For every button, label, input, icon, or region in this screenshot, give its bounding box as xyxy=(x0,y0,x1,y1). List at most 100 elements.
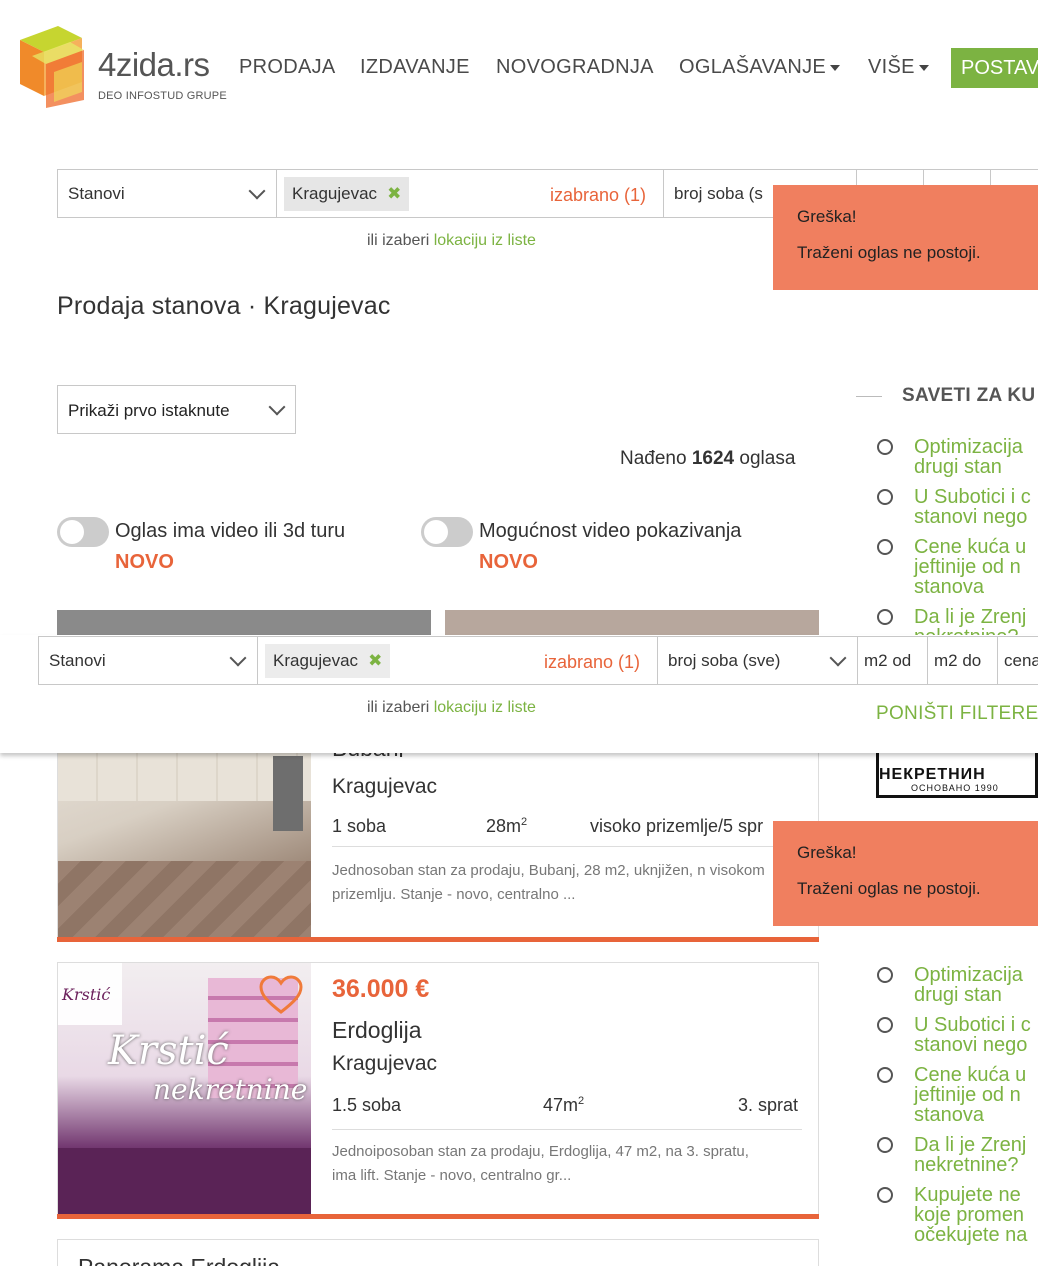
location-list-hint: ili izaberi lokaciju iz liste xyxy=(367,232,536,249)
watermark-text: nekretnine xyxy=(153,1073,308,1106)
agency-badge-text: Krstić xyxy=(62,985,111,1004)
divider xyxy=(332,1129,802,1130)
new-badge: NOVO xyxy=(479,551,538,573)
heart-icon[interactable] xyxy=(258,975,304,1015)
error-message: Traženi oglas ne postoji. xyxy=(797,879,981,898)
listing-title[interactable]: Erdoglija xyxy=(332,1017,422,1044)
page-title: Prodaja stanova · Kragujevac xyxy=(57,292,391,320)
logo-wordmark[interactable]: 4zida.rs xyxy=(98,46,210,84)
sidebar-article-link[interactable]: U Subotici i c stanovi nego xyxy=(914,1015,1038,1055)
listing-card[interactable]: Bubanj Kragujevac 1 soba 28m2 visoko pri… xyxy=(57,720,819,942)
selected-count: izabrano (1) xyxy=(550,185,647,205)
watermark-text: Krstić xyxy=(108,1028,229,1074)
location-input[interactable]: Kragujevac ✖ izabrano (1) xyxy=(257,636,658,685)
price-input[interactable]: cena xyxy=(997,636,1038,685)
property-type-select[interactable]: Stanovi xyxy=(38,636,258,685)
bullet-icon xyxy=(877,609,893,625)
post-ad-button[interactable]: POSTAV xyxy=(951,48,1038,88)
bullet-icon xyxy=(877,539,893,555)
location-list-link[interactable]: lokaciju iz liste xyxy=(434,699,536,716)
error-message: Traženi oglas ne postoji. xyxy=(797,243,981,262)
property-type-select[interactable]: Stanovi xyxy=(57,169,277,218)
chevron-down-icon xyxy=(268,398,286,416)
bullet-icon xyxy=(877,1067,893,1083)
location-list-hint: ili izaberi lokaciju iz liste xyxy=(367,699,536,716)
agency-logo[interactable]: НЕКРЕТНИН ОСНОВАНО 1990 xyxy=(876,752,1038,798)
bullet-icon xyxy=(877,967,893,983)
listing-area: 28m2 xyxy=(486,816,528,836)
sidebar-divider xyxy=(856,396,882,397)
listing-area: 47m2 xyxy=(543,1095,585,1115)
error-title: Greška! xyxy=(797,843,857,862)
reset-filters-button[interactable]: PONIŠTI FILTERE xyxy=(876,703,1038,725)
bullet-icon xyxy=(877,1137,893,1153)
listing-rooms: 1 soba xyxy=(332,816,387,836)
selected-count: izabrano (1) xyxy=(544,652,641,672)
bullet-icon xyxy=(877,489,893,505)
nav-novogradnja[interactable]: NOVOGRADNJA xyxy=(496,56,654,79)
listing-photo[interactable] xyxy=(58,721,311,937)
sidebar-article-link[interactable]: Optimizacija drugi stan xyxy=(914,437,1038,477)
location-chip: Kragujevac ✖ xyxy=(284,177,410,211)
video-tour-label: Oglas ima video ili 3d turu xyxy=(115,520,346,542)
listing-rooms: 1.5 soba xyxy=(332,1095,402,1115)
m2-to-input[interactable]: m2 do xyxy=(927,636,998,685)
nav-oglasavanje[interactable]: OGLAŠAVANJE xyxy=(679,56,841,79)
listing-floor: 3. sprat xyxy=(738,1095,799,1115)
video-tour-toggle[interactable] xyxy=(57,517,109,547)
error-toast[interactable]: Greška! Traženi oglas ne postoji. xyxy=(773,185,1038,290)
sticky-filter-bar: Stanovi Kragujevac ✖ izabrano (1) broj so… xyxy=(0,635,1038,753)
sidebar-article-link[interactable]: Da li je Zrenjnekretnine? xyxy=(914,607,1038,635)
nav-izdavanje[interactable]: IZDAVANJE xyxy=(360,56,470,79)
remove-chip-icon[interactable]: ✖ xyxy=(368,651,382,670)
new-badge: NOVO xyxy=(115,551,174,573)
error-toast[interactable]: Greška! Traženi oglas ne postoji. xyxy=(773,821,1038,926)
listing-city: Kragujevac xyxy=(332,1052,438,1075)
listing-card[interactable]: Krstić Krstić nekretnine 36.000 € Erdogl… xyxy=(57,962,819,1219)
listing-description: Jednosoban stan za prodaju, Bubanj, 28 m… xyxy=(332,862,765,903)
card-accent-bar xyxy=(57,1214,819,1219)
listing-city: Kragujevac xyxy=(332,775,438,798)
sidebar-article-link[interactable]: Da li je Zrenjnekretnine? xyxy=(914,1135,1038,1175)
nav-prodaja[interactable]: PRODAJA xyxy=(239,56,336,79)
listing-description: Jednoiposoban stan za prodaju, Erdoglija… xyxy=(332,1143,749,1184)
caret-down-icon xyxy=(830,64,841,71)
sidebar-article-link[interactable]: U Subotici i c stanovi nego xyxy=(914,487,1038,527)
sidebar-article-link[interactable]: Cene kuća u jeftinije od n stanova xyxy=(914,1065,1038,1125)
chevron-down-icon xyxy=(829,649,847,667)
remove-chip-icon[interactable]: ✖ xyxy=(387,184,401,203)
sidebar-title: SAVETI ZA KU xyxy=(902,385,1036,406)
video-showing-toggle[interactable] xyxy=(421,517,473,547)
logo-subtitle: DEO INFOSTUD GRUPE xyxy=(98,90,227,102)
bullet-icon xyxy=(877,1017,893,1033)
m2-from-input[interactable]: m2 od xyxy=(857,636,928,685)
chevron-down-icon xyxy=(248,182,266,200)
window xyxy=(273,756,303,831)
sidebar-article-link[interactable]: Cene kuća u jeftinije od n stanova xyxy=(914,537,1038,597)
rooms-select[interactable]: broj soba (sve) xyxy=(657,636,858,685)
floor xyxy=(58,861,311,937)
video-showing-label: Mogućnost video pokazivanja xyxy=(479,520,742,542)
logo-cubes-icon xyxy=(20,26,84,108)
sofa xyxy=(58,1148,311,1214)
card-accent-bar xyxy=(57,937,819,942)
sort-select[interactable]: Prikaži prvo istaknute xyxy=(57,385,296,434)
location-list-link[interactable]: lokaciju iz liste xyxy=(434,232,536,249)
nav-vise[interactable]: VIŠE xyxy=(868,56,929,79)
location-chip: Kragujevac ✖ xyxy=(265,644,391,678)
listing-card[interactable]: Panorama Erdoglija xyxy=(57,1239,819,1266)
error-title: Greška! xyxy=(797,207,857,226)
listing-floor: visoko prizemlje/5 spr xyxy=(590,816,764,836)
listing-title[interactable]: Panorama Erdoglija xyxy=(78,1254,280,1266)
bullet-icon xyxy=(877,1187,893,1203)
sidebar-article-link[interactable]: Optimizacija drugi stan xyxy=(914,965,1038,1005)
bullet-icon xyxy=(877,439,893,455)
chevron-down-icon xyxy=(229,649,247,667)
listing-price: 36.000 € xyxy=(332,975,430,1003)
divider xyxy=(332,846,802,847)
sidebar-article-link[interactable]: Kupujete ne koje promen očekujete na xyxy=(914,1185,1038,1245)
results-count: Nađeno 1624 oglasa xyxy=(620,448,796,469)
caret-down-icon xyxy=(918,64,929,71)
location-input[interactable]: Kragujevac ✖ izabrano (1) xyxy=(276,169,664,218)
listing-photo[interactable]: Krstić Krstić nekretnine xyxy=(58,963,311,1214)
